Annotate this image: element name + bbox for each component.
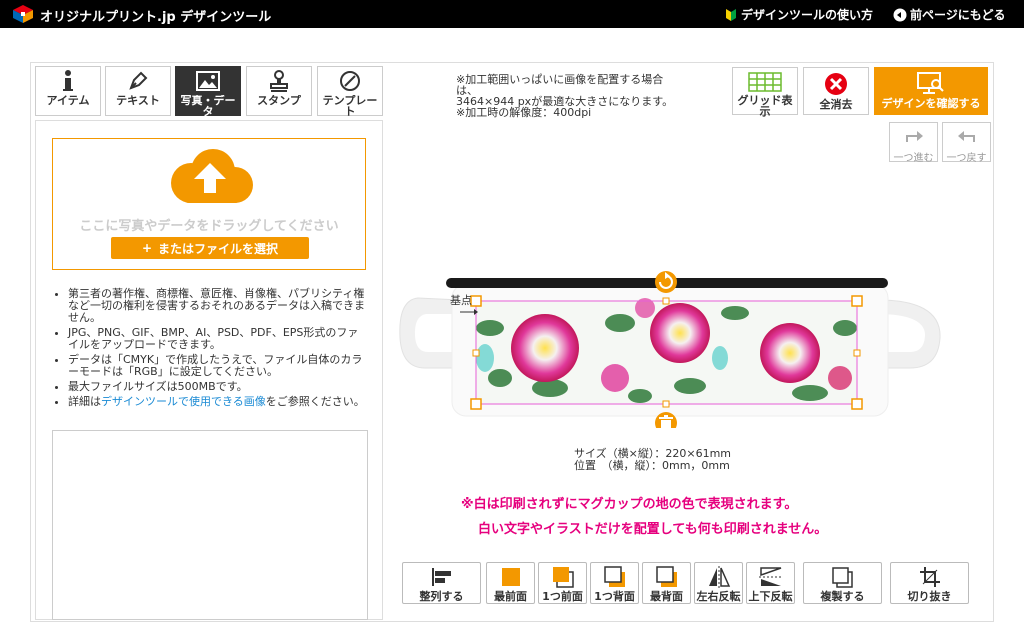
- upload-notes: 第三者の著作権、商標権、意匠権、肖像権、パブリシティ権など一切の権利を侵害するお…: [52, 288, 368, 411]
- tab-label: テキスト: [116, 95, 160, 107]
- undo-icon: [957, 131, 975, 142]
- send-back-button[interactable]: 最背面: [642, 562, 691, 604]
- print-image[interactable]: [476, 298, 857, 404]
- flip-vertical-button[interactable]: 上下反転: [746, 562, 795, 604]
- rotate-handle-icon[interactable]: [655, 271, 677, 293]
- warning-line-2: 白い文字やイラストだけを配置しても何も印刷されません。: [478, 522, 828, 537]
- upload-dropzone[interactable]: ここに写真やデータをドラッグしてください + またはファイルを選択: [52, 138, 366, 270]
- flip-horizontal-icon: [708, 566, 730, 588]
- grid-label: グリッド表示: [737, 94, 793, 118]
- origin-label: 基点: [450, 294, 472, 307]
- back-link[interactable]: 前ページにもどる: [893, 6, 1006, 23]
- flip-horizontal-button[interactable]: 左右反転: [694, 562, 743, 604]
- tab-label: スタンプ: [257, 95, 301, 107]
- flip-horizontal-label: 左右反転: [696, 590, 741, 603]
- send-back-label: 最背面: [650, 590, 683, 603]
- bring-front-label: 最前面: [494, 590, 527, 603]
- align-label: 整列する: [419, 590, 464, 603]
- note-item: JPG、PNG、GIF、BMP、AI、PSD、PDF、EPS形式のファイルをアッ…: [68, 327, 368, 351]
- how-to-label: デザインツールの使い方: [741, 8, 874, 22]
- confirm-label: デザインを確認する: [881, 97, 981, 110]
- backward-button[interactable]: 1つ背面: [590, 562, 639, 604]
- select-file-button[interactable]: + またはファイルを選択: [111, 237, 309, 259]
- redo-icon: [905, 131, 923, 142]
- cloud-upload-icon: [171, 149, 253, 203]
- uploaded-images-area: [52, 430, 368, 620]
- forward-label: 1つ前面: [542, 590, 583, 603]
- crop-label: 切り抜き: [907, 590, 952, 603]
- info-text: ※加工範囲いっぱいに画像を配置する場合は、 3464×944 pxが最適な大きさ…: [456, 73, 674, 119]
- usable-images-link[interactable]: デザインツールで使用できる画像: [101, 395, 266, 408]
- stamp-icon: [270, 70, 288, 92]
- how-to-link[interactable]: デザインツールの使い方: [724, 6, 873, 23]
- align-button[interactable]: 整列する: [402, 562, 481, 604]
- flip-vertical-label: 上下反転: [748, 590, 793, 603]
- image-icon: [196, 71, 220, 91]
- grid-icon: [748, 72, 782, 92]
- design-meta: サイズ（横×縦）：220×61mm 位置 （横，縦）：0mm，0mm: [574, 448, 731, 472]
- monitor-search-icon: [917, 72, 944, 94]
- redo-button[interactable]: 一つ進む: [889, 122, 938, 164]
- drop-text: ここに写真やデータをドラッグしてください: [79, 219, 339, 234]
- bring-front-button[interactable]: 最前面: [486, 562, 535, 604]
- tab-label: テンプレート: [322, 95, 378, 117]
- close-circle-icon: [825, 73, 847, 95]
- info-icon: [63, 70, 73, 91]
- clear-all-button[interactable]: 全消去: [803, 67, 869, 115]
- grid-toggle-button[interactable]: グリッド表示: [732, 67, 798, 118]
- undo-button[interactable]: 一つ戻す: [942, 122, 991, 164]
- forward-button[interactable]: 1つ前面: [538, 562, 587, 604]
- undo-label: 一つ戻す: [946, 153, 987, 164]
- flip-vertical-icon: [758, 567, 783, 586]
- logo-icon: [13, 5, 33, 23]
- back-label: 前ページにもどる: [910, 8, 1006, 22]
- brand-title: オリジナルプリント.jp デザインツール: [40, 10, 272, 25]
- crop-button[interactable]: 切り抜き: [890, 562, 969, 604]
- tab-template[interactable]: テンプレート: [317, 66, 383, 117]
- mug-canvas: 基点: [399, 271, 941, 428]
- crop-icon: [919, 567, 940, 587]
- tab-label: 写真・データ: [180, 95, 236, 117]
- tab-item[interactable]: アイテム: [35, 66, 101, 116]
- duplicate-button[interactable]: 複製する: [803, 562, 882, 604]
- bring-front-icon: [501, 568, 520, 586]
- compass-icon: [340, 71, 360, 91]
- backward-icon: [603, 566, 625, 587]
- beginner-mark-icon: [726, 8, 736, 21]
- duplicate-label: 複製する: [820, 590, 865, 603]
- forward-icon: [552, 567, 574, 588]
- warning-line-1: ※白は印刷されずにマグカップの地の色で表現されます。: [461, 497, 798, 512]
- tab-text[interactable]: テキスト: [105, 66, 171, 116]
- plus-icon: +: [141, 241, 153, 255]
- duplicate-icon: [831, 567, 853, 588]
- note-item: 最大ファイルサイズは500MBです。: [68, 381, 368, 393]
- clear-label: 全消去: [819, 98, 853, 111]
- redo-label: 一つ進む: [893, 153, 934, 164]
- note-item: 詳細はデザインツールで使用できる画像をご参照ください。: [68, 396, 368, 408]
- send-back-icon: [655, 566, 677, 587]
- confirm-design-button[interactable]: デザインを確認する: [874, 67, 988, 115]
- top-bar: オリジナルプリント.jp デザインツール デザインツールの使い方 前ページにもど…: [0, 0, 1024, 28]
- note-item: データは「CMYK」で作成したうえで、ファイル自体のカラーモードは「RGB」に設…: [68, 354, 368, 378]
- tab-stamp[interactable]: スタンプ: [246, 66, 312, 116]
- note-item: 第三者の著作権、商標権、意匠権、肖像権、パブリシティ権など一切の権利を侵害するお…: [68, 288, 368, 324]
- position-readout: 位置 （横，縦）：0mm，0mm: [574, 459, 730, 472]
- tab-photo-data[interactable]: 写真・データ: [175, 66, 241, 117]
- select-file-label: またはファイルを選択: [158, 241, 279, 256]
- backward-label: 1つ背面: [594, 590, 635, 603]
- align-icon: [431, 568, 451, 586]
- pen-icon: [129, 71, 148, 90]
- arrow-circle-icon: [893, 8, 907, 21]
- tab-label: アイテム: [46, 95, 90, 107]
